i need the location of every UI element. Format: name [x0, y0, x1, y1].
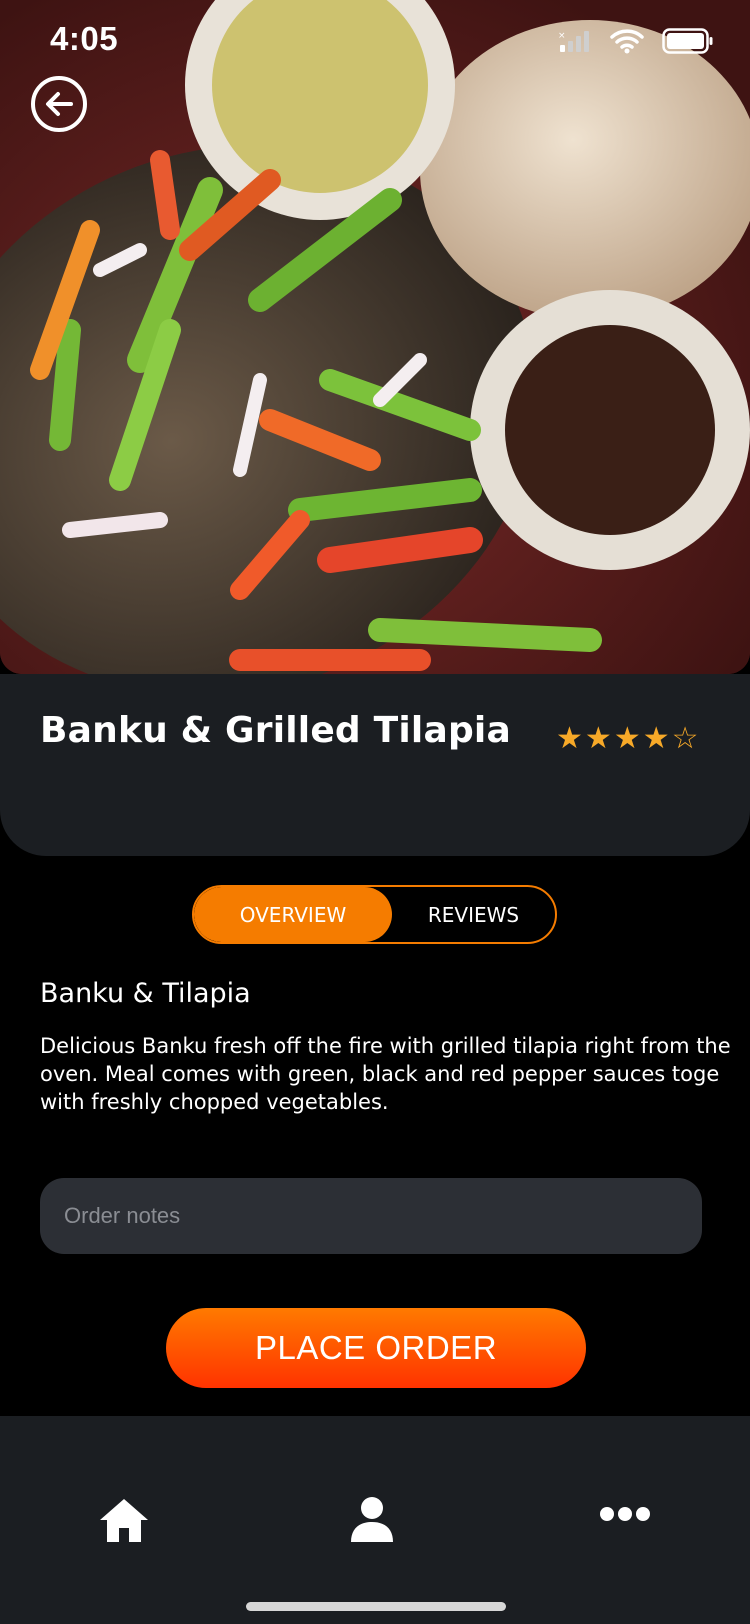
description-line: with freshly chopped vegetables.: [40, 1090, 389, 1114]
more-icon: [600, 1507, 650, 1521]
signal-icon: ×: [558, 31, 589, 52]
dish-title-card: Banku & Grilled Tilapia ★ ★ ★ ★ ☆: [0, 674, 750, 856]
battery-icon: [662, 28, 713, 54]
tab-overview[interactable]: OVERVIEW: [194, 887, 392, 942]
description-line: oven. Meal comes with green, black and r…: [40, 1062, 720, 1086]
order-notes-input[interactable]: [40, 1178, 702, 1254]
place-order-button[interactable]: PLACE ORDER: [166, 1308, 586, 1388]
nav-profile-button[interactable]: [350, 1496, 394, 1542]
star-filled-icon: ★: [642, 721, 670, 756]
status-time: 4:05: [50, 20, 119, 57]
star-filled-icon: ★: [584, 721, 612, 756]
home-indicator: [246, 1602, 506, 1611]
home-icon: [100, 1499, 148, 1542]
star-rating: ★ ★ ★ ★ ☆: [556, 724, 699, 754]
overview-description: Delicious Banku fresh off the fire with …: [40, 1032, 750, 1116]
nav-more-button[interactable]: [600, 1506, 650, 1522]
user-icon: [351, 1497, 393, 1542]
back-button[interactable]: [31, 76, 87, 132]
bottom-nav: [0, 1416, 750, 1624]
tab-bar: OVERVIEW REVIEWS: [192, 885, 557, 944]
star-empty-icon: ☆: [671, 721, 699, 756]
hero-image: [0, 0, 750, 674]
overview-heading: Banku & Tilapia: [40, 978, 251, 1009]
wifi-icon: [610, 29, 644, 54]
svg-text:×: ×: [558, 31, 566, 41]
star-filled-icon: ★: [613, 721, 641, 756]
status-icons: ×: [558, 28, 714, 54]
status-bar: 4:05 ×: [0, 0, 750, 80]
nav-home-button[interactable]: [98, 1496, 150, 1544]
dish-title: Banku & Grilled Tilapia: [40, 710, 511, 751]
tab-reviews[interactable]: REVIEWS: [392, 887, 555, 942]
description-line: Delicious Banku fresh off the fire with …: [40, 1034, 731, 1058]
star-filled-icon: ★: [556, 721, 583, 756]
back-arrow-icon: [46, 92, 73, 116]
